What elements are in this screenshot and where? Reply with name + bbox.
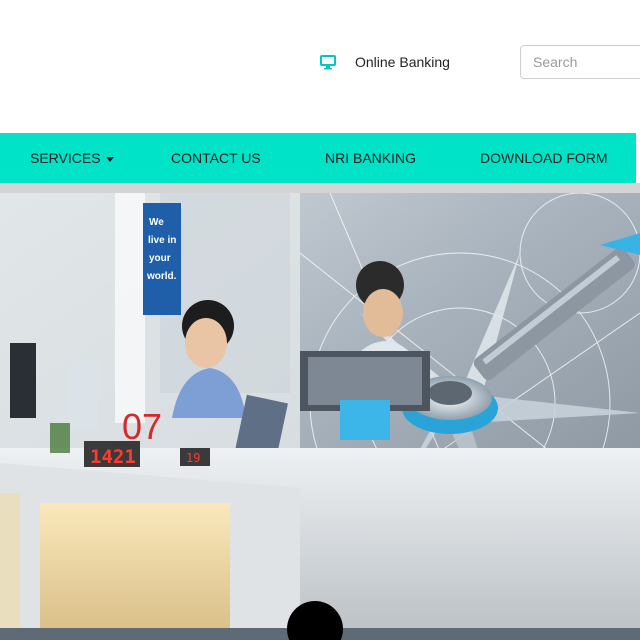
nav-item-download-form[interactable]: DOWNLOAD FORM [480,133,608,183]
nav-divider [636,133,640,183]
caret-down-icon [105,156,114,162]
counter-display: 07 [122,406,162,447]
nav-item-label: SERVICES [30,150,101,166]
hero-banner-image: We live in your world. 1421 07 19 [0,193,640,640]
nav-item-label: DOWNLOAD FORM [480,150,608,166]
sign-line-3: your [149,253,171,264]
nav-item-services[interactable]: SERVICES [30,133,114,183]
sign-line-4: world. [146,271,177,282]
online-banking-link[interactable]: Online Banking [320,52,450,72]
main-navbar: SERVICES CONTACT US NRI BANKING DOWNLOAD… [0,133,640,183]
token-display: 1421 [90,446,136,468]
small-display: 19 [186,451,200,465]
nav-item-label: CONTACT US [171,150,261,166]
monitor-icon [320,54,336,70]
nav-item-nri-banking[interactable]: NRI BANKING [325,133,416,183]
sign-line-1: We [149,217,164,228]
online-banking-label: Online Banking [355,54,450,70]
sign-line-2: live in [148,235,176,246]
search-input[interactable] [520,45,640,79]
nav-item-label: NRI BANKING [325,150,417,166]
hero-top-band [0,183,640,193]
site-header: Online Banking [0,0,640,133]
nav-item-contact-us[interactable]: CONTACT US [171,133,261,183]
